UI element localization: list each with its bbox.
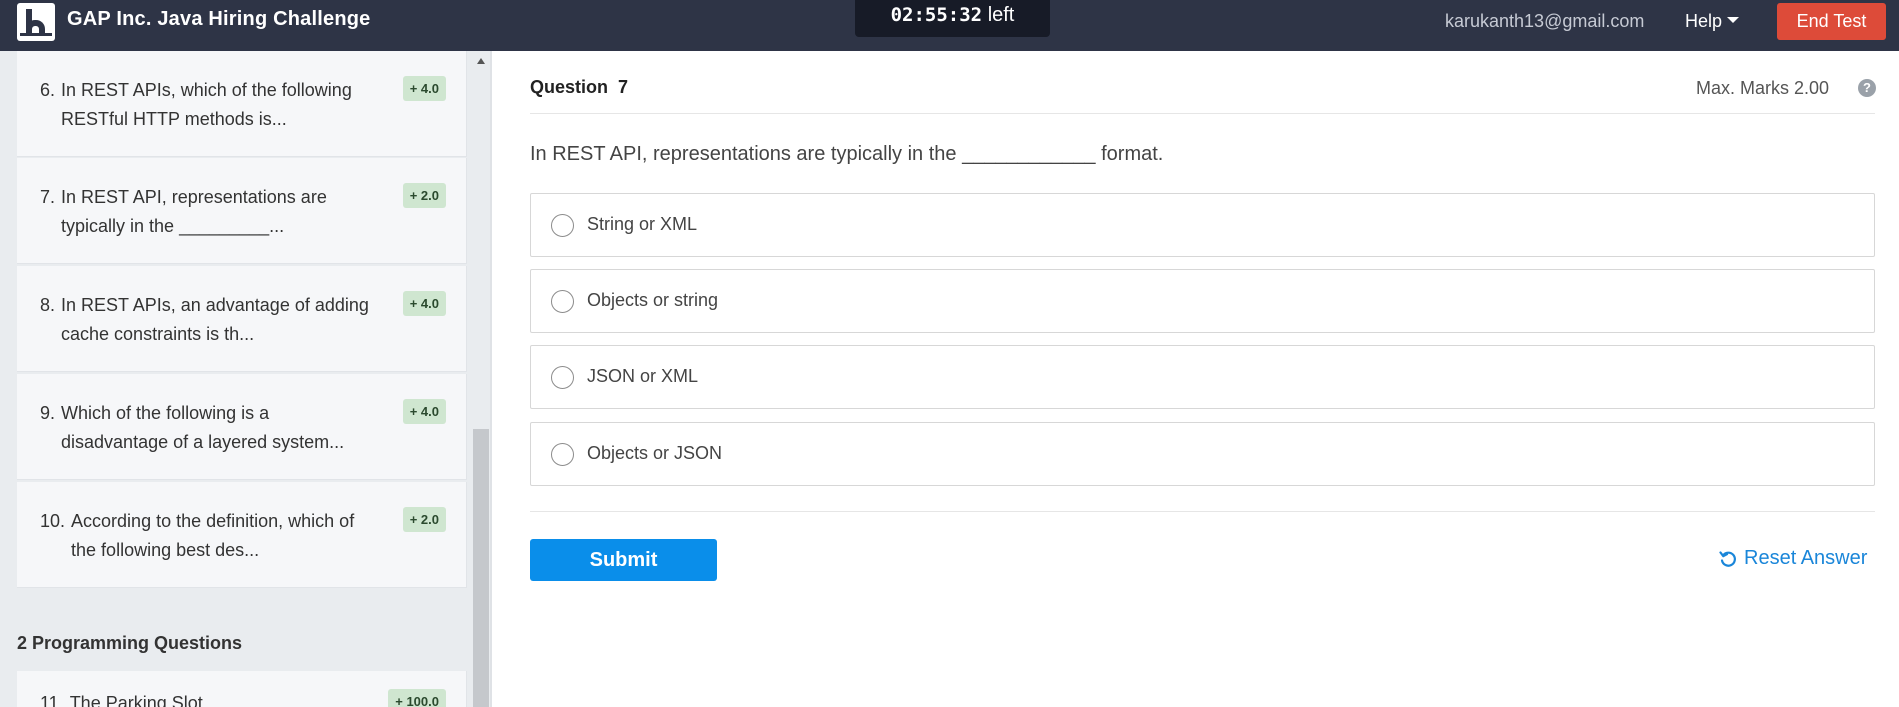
option-label: Objects or string bbox=[587, 290, 719, 310]
app-title: GAP Inc. Java Hiring Challenge bbox=[67, 8, 371, 30]
question-preview: According to the definition, which of th… bbox=[71, 511, 355, 560]
sidebar-question-item[interactable]: 9. Which of the following is a disadvant… bbox=[17, 374, 467, 480]
help-menu[interactable]: Help bbox=[1685, 11, 1740, 32]
scroll-up-icon[interactable] bbox=[477, 58, 485, 64]
marks-badge: + 4.0 bbox=[402, 291, 446, 316]
reset-answer-link[interactable]: Reset Answer bbox=[1719, 547, 1867, 570]
timer-suffix: left bbox=[987, 4, 1015, 26]
timer-value: 02:55:32 bbox=[890, 4, 983, 26]
radio-button[interactable] bbox=[551, 366, 574, 389]
question-number: 7. bbox=[40, 187, 56, 207]
question-preview: In REST APIs, which of the following RES… bbox=[61, 80, 352, 129]
caret-down-icon bbox=[1727, 17, 1740, 24]
marks-badge: + 4.0 bbox=[402, 399, 446, 424]
option-label: Objects or JSON bbox=[587, 443, 723, 463]
section-title: 2 Programming Questions bbox=[17, 633, 243, 653]
question-number: 8. bbox=[40, 295, 56, 315]
radio-button[interactable] bbox=[551, 214, 574, 237]
marks-badge: + 2.0 bbox=[402, 507, 446, 532]
question-label: Question bbox=[530, 77, 609, 97]
question-panel: Question 7 Max. Marks 2.00 ? In REST API,… bbox=[492, 51, 1899, 707]
sidebar-question-item[interactable]: 10. According to the definition, which o… bbox=[17, 482, 467, 588]
question-preview: In REST API, representations are typical… bbox=[61, 187, 327, 236]
answer-option[interactable]: Objects or JSON bbox=[530, 422, 1875, 486]
answer-option[interactable]: String or XML bbox=[530, 193, 1875, 257]
option-label: JSON or XML bbox=[587, 366, 699, 386]
sidebar-question-item[interactable]: 6. In REST APIs, which of the following … bbox=[17, 51, 467, 157]
question-preview: The Parking Slot bbox=[69, 693, 203, 707]
marks-badge: + 100.0 bbox=[388, 689, 446, 707]
question-sidebar: 6. In REST APIs, which of the following … bbox=[0, 51, 490, 707]
question-preview: In REST APIs, an advantage of adding cac… bbox=[61, 295, 369, 344]
option-label: String or XML bbox=[587, 214, 698, 234]
max-marks: Max. Marks 2.00 bbox=[1696, 78, 1830, 98]
answer-option[interactable]: JSON or XML bbox=[530, 345, 1875, 409]
submit-button[interactable]: Submit bbox=[530, 539, 717, 581]
divider bbox=[530, 113, 1875, 114]
question-preview: Which of the following is a disadvantage… bbox=[61, 403, 345, 452]
question-header: Question 7 bbox=[530, 77, 628, 98]
question-number: 7 bbox=[618, 77, 629, 97]
hackerearth-logo[interactable] bbox=[17, 3, 55, 41]
question-number: 9. bbox=[40, 403, 56, 423]
question-number: 11. bbox=[40, 693, 64, 707]
reset-icon bbox=[1719, 550, 1736, 567]
radio-button[interactable] bbox=[551, 290, 574, 313]
help-label: Help bbox=[1685, 11, 1723, 31]
marks-badge: + 2.0 bbox=[402, 183, 446, 208]
sidebar-question-item[interactable]: 11. The Parking Slot + 100.0 bbox=[17, 671, 467, 707]
divider bbox=[530, 511, 1875, 512]
reset-label: Reset Answer bbox=[1744, 547, 1868, 569]
countdown-timer: 02:55:32 left bbox=[855, 0, 1050, 37]
top-bar: GAP Inc. Java Hiring Challenge 02:55:32 … bbox=[0, 0, 1899, 51]
sidebar-question-item[interactable]: 7. In REST API, representations are typi… bbox=[17, 158, 467, 264]
end-test-button[interactable]: End Test bbox=[1777, 3, 1886, 40]
scrollbar-thumb[interactable] bbox=[473, 429, 489, 707]
sidebar-question-item[interactable]: 8. In REST APIs, an advantage of adding … bbox=[17, 266, 467, 372]
question-help-icon[interactable]: ? bbox=[1858, 79, 1876, 97]
question-number: 6. bbox=[40, 80, 56, 100]
radio-button[interactable] bbox=[551, 443, 574, 466]
question-statement: In REST API, representations are typical… bbox=[530, 143, 1164, 165]
logo-h-icon bbox=[23, 9, 49, 35]
user-email[interactable]: karukanth13@gmail.com bbox=[1445, 11, 1644, 32]
marks-badge: + 4.0 bbox=[402, 76, 446, 101]
question-number: 10. bbox=[40, 511, 66, 531]
answer-option[interactable]: Objects or string bbox=[530, 269, 1875, 333]
